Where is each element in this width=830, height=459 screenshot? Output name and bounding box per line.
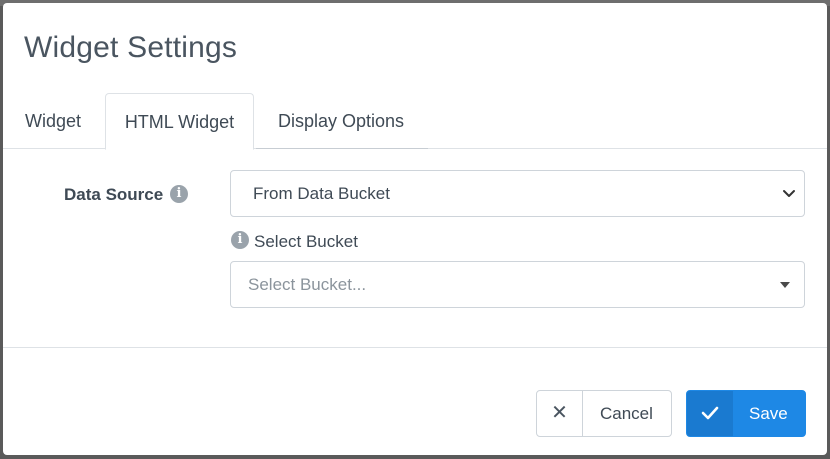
close-icon: ✕ [537,391,583,436]
save-button-label: Save [749,404,788,423]
data-source-select[interactable]: From Data Bucket [230,170,805,217]
tab-display-options[interactable]: Display Options [256,93,426,149]
tab-bar: Widget HTML Widget Display Options [3,93,827,150]
widget-settings-modal: Widget Settings Widget HTML Widget Displ… [3,3,827,455]
check-icon [687,391,733,436]
save-button[interactable]: Save [686,390,806,437]
chevron-down-icon [783,190,795,197]
info-icon[interactable]: i [170,185,188,203]
tab-html-widget[interactable]: HTML Widget [105,93,254,150]
modal-title: Widget Settings [24,31,238,64]
cancel-button-label: Cancel [600,404,653,423]
select-bucket-dropdown[interactable]: Select Bucket... [230,261,805,308]
caret-down-icon [780,282,790,288]
info-icon[interactable]: i [231,231,249,249]
select-bucket-label: Select Bucket [254,232,358,251]
data-source-value: From Data Bucket [253,184,390,203]
select-bucket-placeholder: Select Bucket... [248,275,367,294]
data-source-label: Data Source [64,185,164,204]
html-widget-form: Data Source i From Data Bucket i Select … [3,149,827,348]
tab-widget[interactable]: Widget [3,93,103,149]
cancel-button[interactable]: ✕ Cancel [536,390,672,437]
